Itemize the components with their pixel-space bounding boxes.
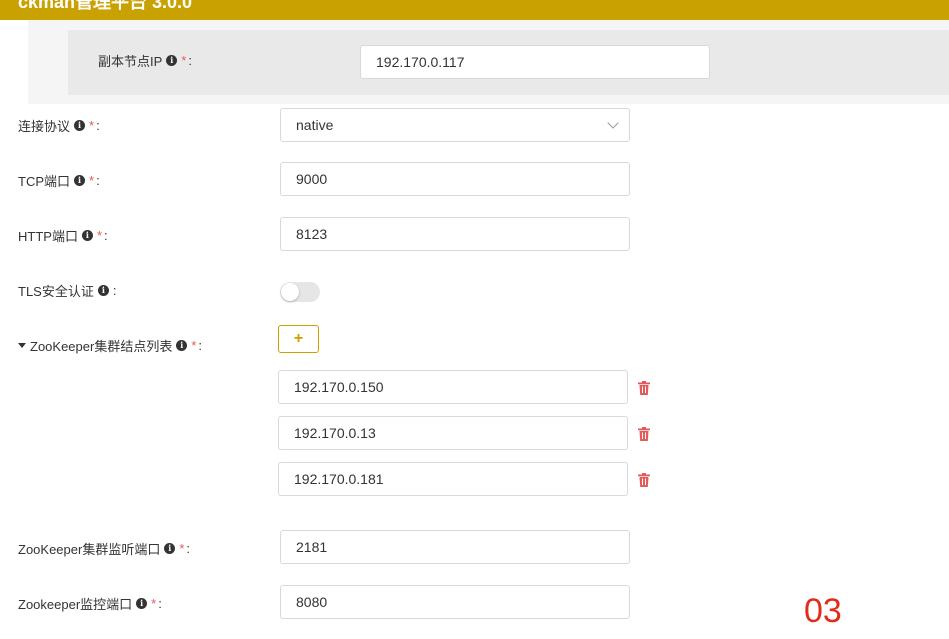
- http-port-label-text: HTTP端口: [18, 228, 78, 244]
- zk-monitor-port-label-text: Zookeeper监控端口: [18, 596, 133, 612]
- tcp-port-input[interactable]: 9000: [280, 162, 630, 196]
- replica-ip-label-text: 副本节点IP: [98, 53, 163, 69]
- tcp-port-label-text: TCP端口: [18, 173, 71, 189]
- zk-monitor-port-label: Zookeeper监控端口 i *:: [18, 595, 162, 612]
- tcp-port-label: TCP端口 i *:: [18, 172, 100, 189]
- replica-ip-label: 副本节点IP i *:: [98, 52, 192, 69]
- info-icon[interactable]: i: [97, 284, 109, 296]
- required-marker: *: [89, 117, 95, 133]
- info-icon[interactable]: i: [81, 229, 93, 241]
- trash-icon[interactable]: [638, 473, 650, 487]
- zk-node-input[interactable]: 192.170.0.150: [278, 370, 628, 404]
- zk-listen-port-label: ZooKeeper集群监听端口 i *:: [18, 540, 191, 557]
- required-marker: *: [191, 337, 197, 353]
- zk-node-input[interactable]: 192.170.0.13: [278, 416, 628, 450]
- header-bar: ckman管理平台 3.0.0: [0, 0, 949, 20]
- protocol-select[interactable]: native: [280, 108, 630, 142]
- info-icon[interactable]: i: [166, 54, 178, 66]
- protocol-label: 连接协议 i *:: [18, 117, 100, 134]
- required-marker: *: [89, 172, 95, 188]
- tls-label: TLS安全认证 i:: [18, 282, 117, 299]
- info-icon[interactable]: i: [74, 119, 86, 131]
- tls-toggle[interactable]: [280, 282, 320, 302]
- zk-nodes-label-text: ZooKeeper集群结点列表: [30, 338, 173, 354]
- toggle-knob: [281, 283, 299, 301]
- add-zk-node-button[interactable]: +: [278, 325, 319, 353]
- app-title: ckman管理平台 3.0.0: [18, 0, 193, 12]
- required-marker: *: [96, 227, 103, 243]
- protocol-label-text: 连接协议: [18, 118, 71, 134]
- zk-listen-port-label-text: ZooKeeper集群监听端口: [18, 541, 161, 557]
- zk-nodes-label[interactable]: ZooKeeper集群结点列表 i *:: [18, 335, 202, 355]
- trash-icon[interactable]: [638, 381, 650, 395]
- chevron-down-icon: [607, 117, 619, 129]
- http-port-input[interactable]: 8123: [280, 217, 630, 251]
- trash-icon[interactable]: [638, 427, 650, 441]
- page-number-watermark: 03: [804, 592, 842, 630]
- required-marker: *: [151, 595, 157, 611]
- protocol-select-value: native: [296, 117, 334, 133]
- info-icon[interactable]: i: [136, 597, 148, 609]
- tls-label-text: TLS安全认证: [18, 283, 94, 299]
- zk-listen-port-input[interactable]: 2181: [280, 530, 630, 564]
- http-port-label: HTTP端口 i *:: [18, 227, 108, 244]
- info-icon[interactable]: i: [176, 339, 188, 351]
- replica-ip-input[interactable]: 192.170.0.117: [360, 45, 710, 79]
- info-icon[interactable]: i: [74, 174, 86, 186]
- required-marker: *: [179, 540, 185, 556]
- required-marker: *: [181, 52, 187, 68]
- info-icon[interactable]: i: [164, 542, 176, 554]
- caret-down-icon[interactable]: [18, 342, 26, 348]
- zk-node-input[interactable]: 192.170.0.181: [278, 462, 628, 496]
- zk-monitor-port-input[interactable]: 8080: [280, 585, 630, 619]
